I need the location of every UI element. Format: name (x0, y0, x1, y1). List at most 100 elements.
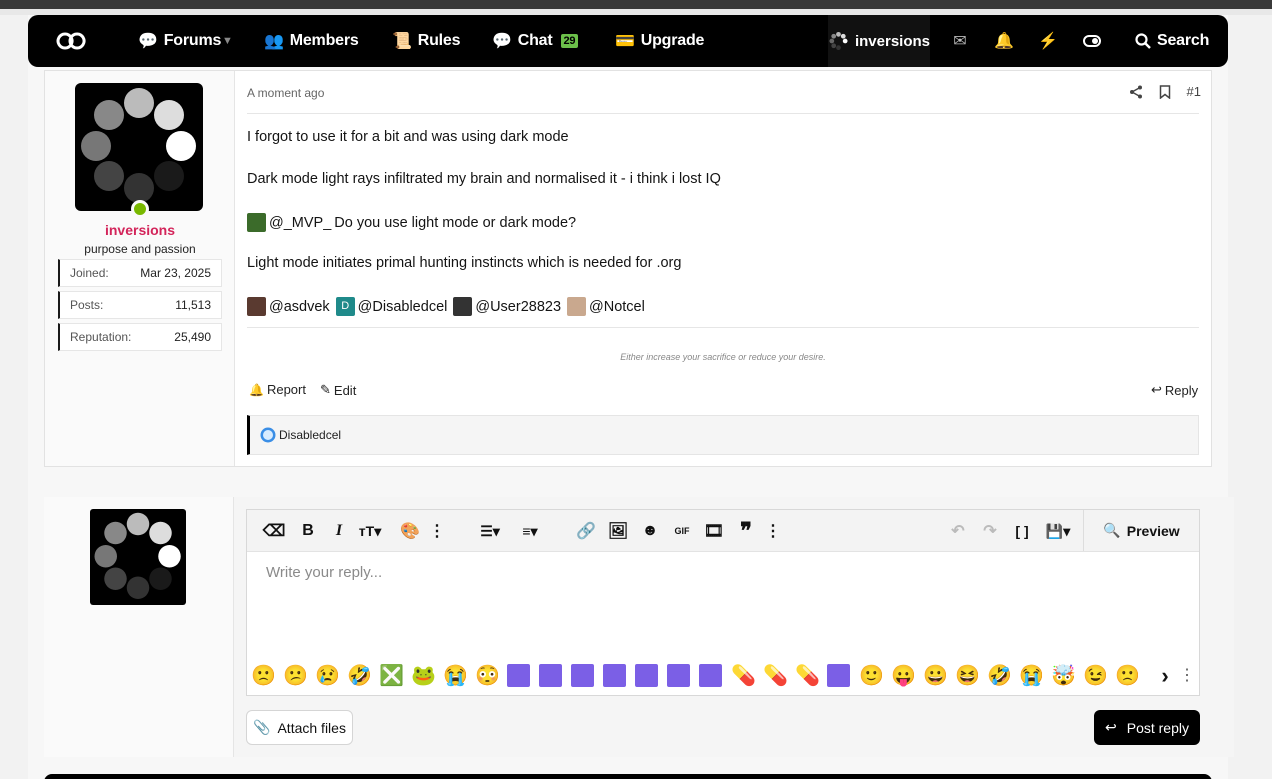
share-icon[interactable] (1129, 85, 1143, 99)
reaction-user[interactable]: Disabledcel (279, 428, 341, 442)
sob-emoji-icon[interactable]: 😭 (1019, 664, 1044, 688)
nav-chat-label: Chat (517, 32, 553, 49)
emoji-icon[interactable]: ☻ (639, 520, 661, 542)
save-draft-icon[interactable]: 💾▾ (1041, 520, 1075, 542)
forums-dropdown-chevron-icon[interactable]: ▼ (222, 15, 233, 67)
bbcode-toggle-icon[interactable]: [ ] (1011, 520, 1033, 542)
lightning-bolt-icon[interactable]: ⚡ (1028, 15, 1068, 67)
rofl-emoji-icon[interactable]: 🤣 (987, 664, 1012, 688)
notifications-bell-icon[interactable]: 🔔 (984, 15, 1024, 67)
stat-label: Posts: (70, 298, 104, 312)
user-mention[interactable]: @_MVP_ (269, 215, 331, 231)
cross-mark-emoji-icon[interactable]: ❎ (379, 664, 404, 688)
nav-rules-label: Rules (417, 32, 461, 49)
palette-icon[interactable]: 🎨 (399, 520, 421, 542)
user-mention[interactable]: @User28823 (475, 299, 561, 315)
undo-icon[interactable]: ↶ (947, 520, 969, 542)
gif-icon[interactable]: GIF (671, 520, 693, 542)
custom-emoji-icon[interactable] (571, 664, 594, 687)
author-avatar[interactable] (75, 83, 203, 211)
rofl-emoji-icon[interactable]: 🤣 (347, 664, 372, 688)
text-size-icon[interactable]: тT▾ (353, 520, 387, 542)
post-line: Dark mode light rays infiltrated my brai… (247, 171, 721, 187)
more-emojis-icon[interactable]: ⋮ (1175, 664, 1199, 688)
crying-emoji-icon[interactable]: 😢 (315, 664, 340, 688)
custom-emoji-icon[interactable] (699, 664, 722, 687)
report-button[interactable]: 🔔 Report (249, 382, 306, 397)
blue-pill-emoji-icon[interactable]: 💊 (795, 664, 820, 688)
reply-textarea[interactable]: Write your reply... (266, 564, 382, 581)
custom-emoji-icon[interactable] (635, 664, 658, 687)
next-emojis-chevron-icon[interactable]: › (1153, 664, 1177, 688)
nav-user-menu[interactable]: inversions (828, 15, 930, 67)
nav-forums[interactable]: 💬 Forums (138, 15, 221, 67)
pepe-emoji-icon[interactable]: 🐸 (411, 664, 436, 688)
post-text: Dark mode light rays infiltrated my brai… (247, 171, 721, 187)
user-mention[interactable]: @Disabledcel (358, 299, 448, 315)
post-timestamp[interactable]: A moment ago (247, 86, 324, 100)
custom-emoji-icon[interactable] (603, 664, 626, 687)
edit-button[interactable]: ✎ Edit (320, 382, 356, 398)
reactions-bar[interactable]: Disabledcel (247, 415, 1199, 455)
smile-emoji-icon[interactable]: 🙂 (859, 664, 884, 688)
post-number-link[interactable]: #1 (1187, 84, 1201, 99)
more-text-options-icon[interactable]: ⋮ (427, 520, 447, 542)
emoji-quick-bar: 🙁 😕 😢 🤣 ❎ 🐸 😭 😳 💊 💊 💊 🙂 😛 😀 😆 🤣 � (247, 660, 1199, 694)
author-username[interactable]: inversions (45, 222, 235, 238)
user-mention[interactable]: @asdvek (269, 299, 330, 315)
reply-avatar (90, 509, 186, 605)
custom-emoji-icon[interactable] (539, 664, 562, 687)
preview-icon: 🔍 (1103, 522, 1121, 538)
sob-emoji-icon[interactable]: 😭 (443, 664, 468, 688)
more-insert-options-icon[interactable]: ⋮ (763, 520, 783, 542)
frowning-emoji-icon[interactable]: 🙁 (251, 664, 276, 688)
site-logo-icon[interactable] (56, 30, 86, 52)
preview-button[interactable]: 🔍 Preview (1083, 510, 1199, 551)
post-reply-button[interactable]: ↩ Post reply (1094, 710, 1200, 745)
link-icon[interactable]: 🔗 (575, 520, 597, 542)
custom-emoji-icon[interactable] (507, 664, 530, 687)
quick-reply: ⌫ B I тT▾ 🎨 ⋮ ☰▾ ≡▾ 🔗 🖼 ☻ GIF 🎞 ❞ ⋮ ↶ ↷ … (44, 497, 1234, 757)
user-mention[interactable]: @Notcel (589, 299, 645, 315)
list-icon[interactable]: ☰▾ (473, 520, 507, 542)
tongue-emoji-icon[interactable]: 😛 (891, 664, 916, 688)
sad-emoji-icon[interactable]: 🙁 (1115, 664, 1140, 688)
nav-members[interactable]: 👥 Members (264, 15, 359, 67)
red-pill-emoji-icon[interactable]: 💊 (763, 664, 788, 688)
confused-emoji-icon[interactable]: 😕 (283, 664, 308, 688)
grin-emoji-icon[interactable]: 😀 (923, 664, 948, 688)
messages-envelope-icon[interactable]: ✉ (940, 15, 980, 67)
quote-icon[interactable]: ❞ (735, 518, 757, 543)
redo-icon[interactable]: ↷ (979, 520, 1001, 542)
bell-icon: 🔔 (249, 382, 264, 397)
italic-icon[interactable]: I (329, 520, 349, 542)
align-icon[interactable]: ≡▾ (513, 520, 547, 542)
laughing-emoji-icon[interactable]: 😆 (955, 664, 980, 688)
forum-post: inversions purpose and passion Joined: M… (44, 70, 1212, 467)
signature-divider (247, 327, 1199, 328)
custom-emoji-icon[interactable] (667, 664, 690, 687)
mention-avatar (247, 213, 266, 232)
theme-toggle-icon[interactable] (1072, 15, 1112, 67)
nav-members-label: Members (289, 32, 359, 49)
nav-search[interactable]: Search (1135, 15, 1209, 67)
exploding-head-emoji-icon[interactable]: 🤯 (1051, 664, 1076, 688)
image-icon[interactable]: 🖼 (607, 520, 629, 542)
media-icon[interactable]: 🎞 (703, 520, 725, 542)
eraser-icon[interactable]: ⌫ (263, 520, 286, 542)
bold-icon[interactable]: B (297, 520, 319, 542)
wink-emoji-icon[interactable]: 😉 (1083, 664, 1108, 688)
bookmark-icon[interactable] (1159, 84, 1171, 99)
black-pill-emoji-icon[interactable]: 💊 (731, 664, 756, 688)
custom-emoji-icon[interactable] (827, 664, 850, 687)
like-reaction-icon (260, 427, 276, 443)
attach-files-button[interactable]: 📎 Attach files (246, 710, 353, 745)
nav-upgrade[interactable]: 💳 Upgrade (615, 15, 704, 67)
preview-label: Preview (1126, 522, 1180, 539)
rules-scroll-icon: 📜 (392, 33, 412, 50)
nav-chat[interactable]: 💬 Chat 29 (492, 15, 579, 67)
reply-sidebar (44, 497, 234, 757)
reply-button[interactable]: ↩ Reply (1151, 382, 1198, 398)
nav-rules[interactable]: 📜 Rules (392, 15, 461, 67)
flushed-emoji-icon[interactable]: 😳 (475, 664, 500, 688)
